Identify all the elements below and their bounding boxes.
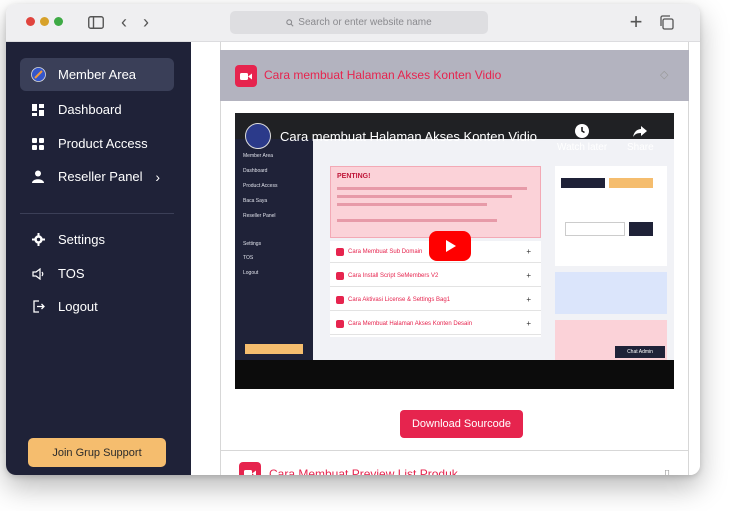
close-window-button[interactable] [26, 17, 35, 26]
sidebar-item-label: TOS [58, 266, 85, 281]
channel-logo-icon[interactable] [245, 123, 271, 149]
inner-sidebar-item: TOS [243, 255, 254, 261]
watch-later-control[interactable]: Watch later [557, 123, 607, 153]
inner-warning-line [337, 187, 527, 190]
inner-sidebar-item: Dashboard [243, 168, 268, 174]
share-arrow-icon [633, 126, 648, 137]
video-inner-warning: PENTING! [330, 166, 541, 238]
inner-sidebar-item: Logout [243, 270, 259, 276]
grid-icon [30, 136, 46, 152]
video-title[interactable]: Cara membuat Halaman Akses Konten Vidio [280, 129, 537, 144]
inner-sidebar-item: Member Area [243, 153, 274, 159]
inner-warning-line [337, 203, 487, 206]
clock-icon [575, 124, 590, 138]
sidebar-item-label: Logout [58, 299, 98, 314]
video-player[interactable]: Member Area Dashboard Product Access Bac… [235, 113, 674, 389]
speaker-icon [30, 266, 46, 282]
browser-window: ‹ › Search or enter website name + Membe… [6, 4, 700, 475]
search-icon [286, 18, 294, 27]
zoom-window-button[interactable] [54, 17, 63, 26]
sidebar-item-label: Settings [58, 232, 105, 247]
sidebar-item-tos[interactable]: TOS [20, 257, 174, 290]
sidebar-item-logout[interactable]: Logout [20, 290, 174, 323]
chevron-right-icon: › [155, 168, 160, 185]
video-camera-icon [239, 462, 261, 475]
inner-sidebar-item: Product Access [243, 183, 278, 189]
new-tab-plus-icon[interactable]: + [626, 9, 646, 34]
minimize-window-button[interactable] [40, 17, 49, 26]
accordion-title-preview-list[interactable]: Cara Membuat Preview List Produk [269, 467, 458, 475]
sidebar-item-reseller-panel[interactable]: Reseller Panel › [20, 160, 174, 193]
tab-overview-icon[interactable] [656, 12, 676, 32]
inner-warning-title: PENTING! [337, 173, 371, 180]
inner-sidebar-item: Settings [243, 241, 262, 247]
accordion-header-video-access[interactable]: Cara membuat Halaman Akses Konten Vidio … [220, 50, 689, 101]
forward-arrow-icon[interactable]: › [136, 12, 156, 32]
screenshot-stage: ‹ › Search or enter website name + Membe… [0, 0, 733, 511]
inner-join-button [245, 344, 303, 354]
accordion-title: Cara membuat Halaman Akses Konten Vidio [264, 68, 502, 82]
join-group-support-button[interactable]: Join Grup Support [28, 438, 166, 467]
sidebar-item-label: Reseller Panel [58, 169, 143, 184]
sidebar-toggle-icon[interactable] [86, 12, 106, 32]
share-control[interactable]: Share [627, 123, 654, 153]
inner-list-row: Cara Membuat Halaman Akses Konten Desain… [330, 313, 541, 335]
gear-icon [30, 232, 46, 248]
main-content: Cara membuat Halaman Akses Konten Vidio … [191, 42, 700, 475]
address-bar[interactable]: Search or enter website name [230, 11, 488, 34]
sidebar-item-label: Dashboard [58, 102, 122, 117]
video-taskbar [235, 360, 674, 389]
video-inner-sidebar: Member Area Dashboard Product Access Bac… [235, 139, 313, 361]
collapse-icon[interactable]: ▯ [664, 467, 670, 475]
sidebar: Member Area Dashboard Product Access Res… [6, 42, 191, 475]
inner-list-row: Cara Aktivasi License & Settings Bag1 + [330, 289, 541, 311]
sidebar-item-settings[interactable]: Settings [20, 223, 174, 256]
sidebar-divider [20, 213, 174, 214]
logout-icon [30, 299, 46, 315]
panel-border [220, 42, 221, 475]
collapse-icon[interactable]: ◇ [660, 68, 668, 81]
watch-later-label: Watch later [557, 142, 608, 153]
video-inner-right-panel: Chat Admin [555, 166, 667, 360]
video-camera-icon [235, 65, 257, 87]
sidebar-item-product-access[interactable]: Product Access [20, 127, 174, 160]
back-arrow-icon[interactable]: ‹ [114, 12, 134, 32]
inner-list-row: Cara Install Script SeMembers V2 + [330, 265, 541, 287]
inner-warning-line [337, 219, 497, 222]
browser-titlebar: ‹ › Search or enter website name + [6, 4, 700, 42]
section-divider [220, 450, 689, 451]
inner-sidebar-item: Baca Saya [243, 198, 268, 204]
panel-border [688, 42, 689, 475]
sidebar-item-member-area[interactable]: Member Area [20, 58, 174, 91]
share-label: Share [627, 142, 654, 153]
inner-sidebar-item: Reseller Panel [243, 213, 276, 219]
sidebar-item-label: Product Access [58, 136, 148, 151]
inner-chat-admin: Chat Admin [615, 346, 665, 358]
dashboard-icon [30, 102, 46, 118]
sidebar-item-label: Member Area [58, 67, 137, 82]
member-logo-icon [30, 67, 46, 83]
inner-warning-line [337, 195, 512, 198]
play-button-icon[interactable] [429, 231, 471, 261]
address-placeholder: Search or enter website name [298, 17, 432, 28]
user-icon [30, 169, 46, 185]
sidebar-item-dashboard[interactable]: Dashboard [20, 93, 174, 126]
download-sourcode-button[interactable]: Download Sourcode [400, 410, 523, 438]
